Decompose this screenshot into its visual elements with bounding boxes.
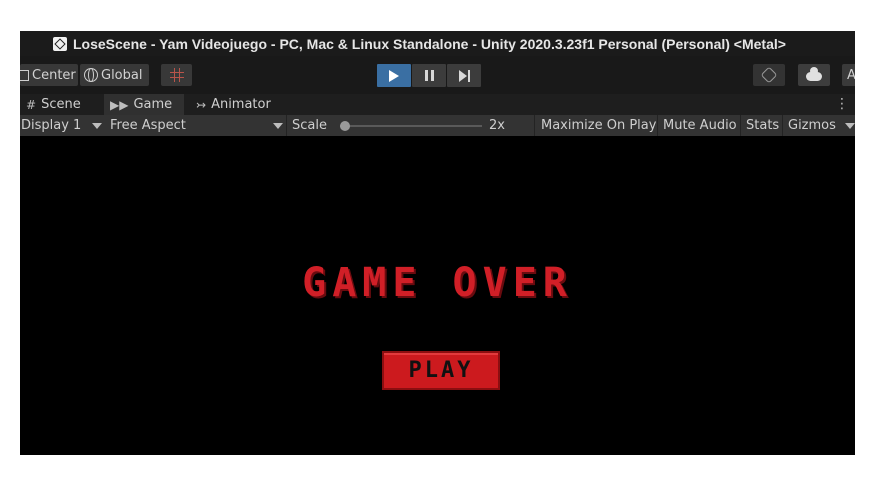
gamepad-icon: ▶▶ [110,97,129,112]
step-button[interactable] [447,64,481,87]
game-play-button[interactable]: PLAY [382,351,500,390]
maximize-on-play-toggle[interactable]: Maximize On Play [541,115,656,136]
cloud-icon [806,67,822,81]
divider [286,115,287,136]
pause-icon [424,70,434,81]
collab-button[interactable] [753,64,785,86]
collab-icon [760,66,778,84]
scale-slider-handle[interactable] [340,121,350,131]
game-view-toolbar: Display 1 Free Aspect Scale 2x Maximize … [20,115,855,136]
pivot-space-label: Global [101,67,143,83]
tab-game-label: Game [133,97,173,112]
play-icon [389,69,399,82]
gizmos-toggle[interactable]: Gizmos [788,115,836,136]
display-chevron-down-icon [92,123,102,129]
pause-button[interactable] [412,64,446,87]
grid-snap-button[interactable] [161,64,192,86]
play-button[interactable] [377,64,411,87]
pivot-mode-button[interactable]: Center [20,64,78,86]
pivot-space-button[interactable]: Global [80,64,149,86]
main-toolbar: Center Global A [20,56,855,94]
divider [740,115,741,136]
unity-editor-window: LoseScene - Yam Videojuego - PC, Mac & L… [20,31,855,455]
game-viewport[interactable]: GAME OVER PLAY [20,136,855,455]
game-over-title: GAME OVER [302,260,573,306]
view-tab-bar: # Scene ▶▶ Game ↣ Animator ⋮ [20,94,855,115]
window-title: LoseScene - Yam Videojuego - PC, Mac & L… [73,35,786,52]
account-button[interactable]: A [842,64,855,86]
scale-slider[interactable] [340,121,482,131]
animator-icon: ↣ [196,97,207,112]
unity-logo-icon [53,36,67,51]
pivot-icon [20,69,29,81]
divider [534,115,535,136]
mute-audio-toggle[interactable]: Mute Audio [663,115,737,136]
globe-icon [84,68,98,82]
stats-toggle[interactable]: Stats [746,115,779,136]
scale-label: Scale [292,118,327,133]
gizmos-chevron-down-icon[interactable] [845,123,855,129]
scale-slider-track [340,125,482,127]
title-bar: LoseScene - Yam Videojuego - PC, Mac & L… [20,31,855,56]
tab-game[interactable]: ▶▶ Game [104,94,184,115]
grid-snap-icon [169,68,184,82]
aspect-chevron-down-icon [273,123,283,129]
step-icon [458,69,470,82]
cloud-button[interactable] [798,64,830,86]
display-dropdown[interactable]: Display 1 [21,115,81,136]
scale-value: 2x [489,118,505,133]
divider [657,115,658,136]
tab-animator-label: Animator [211,97,271,112]
tab-scene[interactable]: # Scene [26,94,104,115]
divider [782,115,783,136]
tab-animator[interactable]: ↣ Animator [196,94,296,115]
scene-icon: # [26,97,37,112]
tab-scene-label: Scene [41,97,81,112]
more-options-icon[interactable]: ⋮ [835,96,849,112]
aspect-dropdown[interactable]: Free Aspect [110,115,186,136]
pivot-mode-label: Center [32,67,76,83]
